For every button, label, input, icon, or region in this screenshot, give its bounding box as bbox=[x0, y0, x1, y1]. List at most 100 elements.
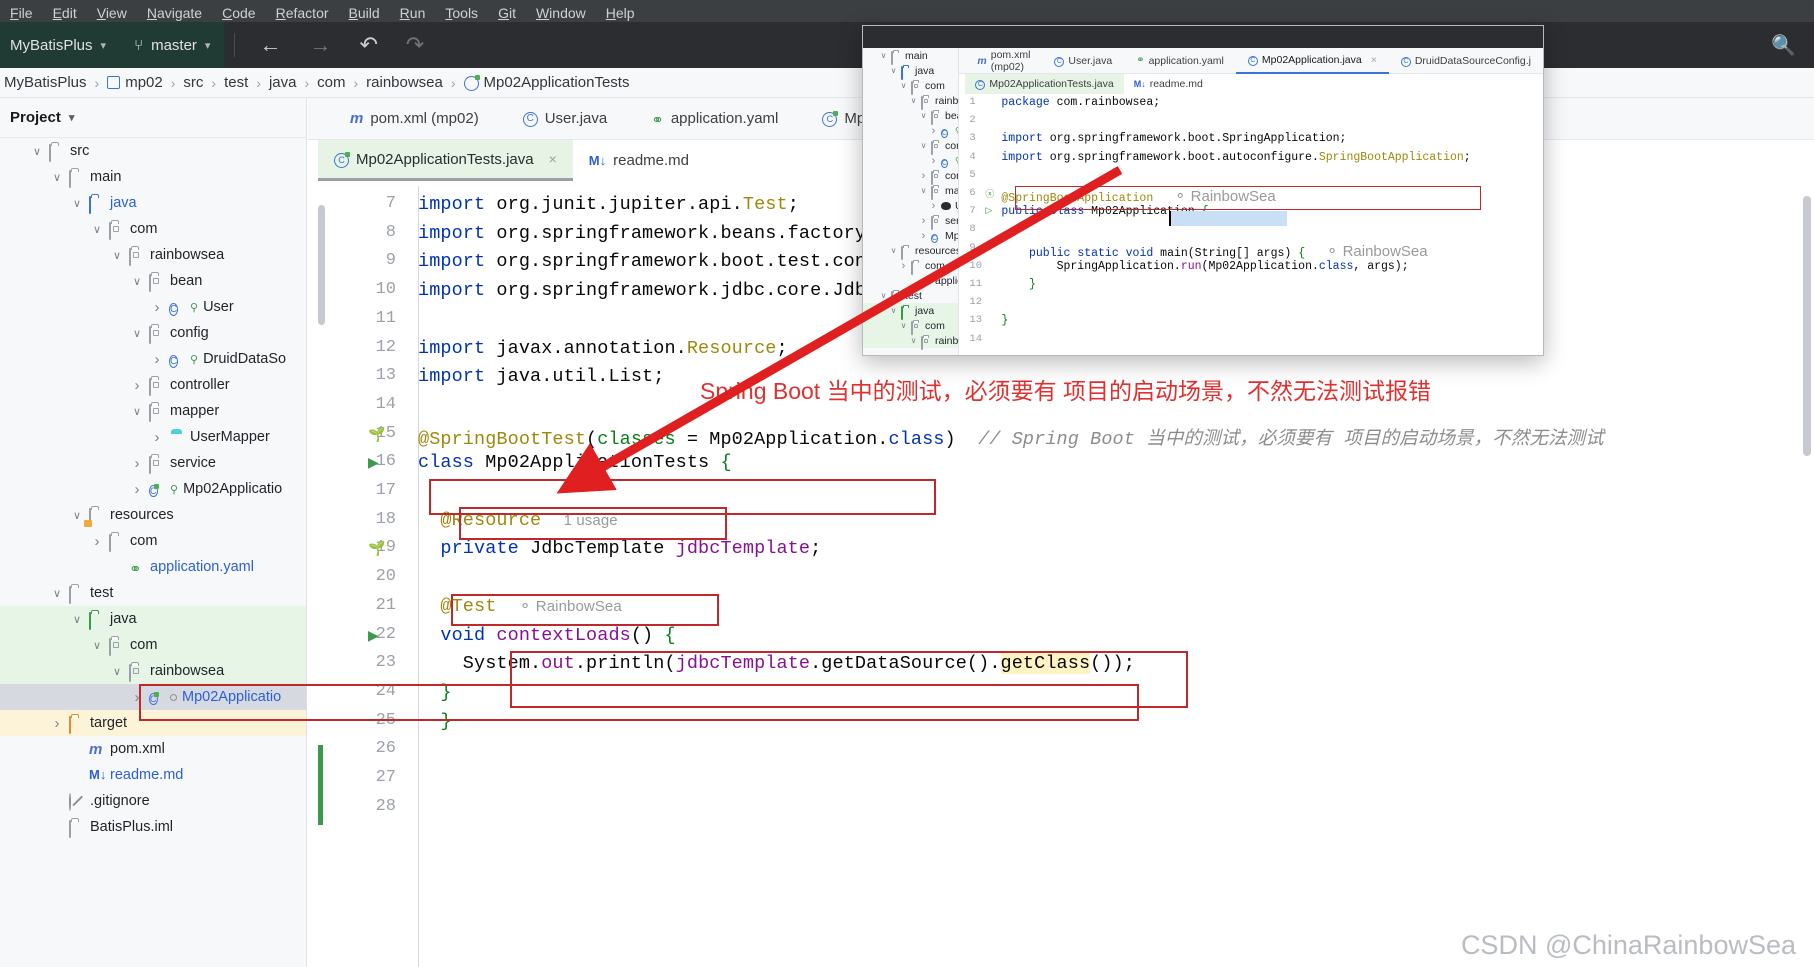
popup-tree-node-druiddataso[interactable]: C⚲DruidDataSo bbox=[863, 153, 958, 168]
tree-expand-arrow[interactable] bbox=[929, 155, 938, 167]
tree-expand-arrow[interactable] bbox=[929, 200, 938, 212]
menu-item-git[interactable]: Git bbox=[488, 4, 526, 22]
menu-item-file[interactable]: File bbox=[0, 4, 43, 22]
tree-expand-arrow[interactable] bbox=[90, 533, 104, 550]
tree-node-rainbowsea[interactable]: rainbowsea bbox=[0, 242, 306, 268]
code-line-21[interactable]: @Test ⚬ RainbowSea bbox=[418, 596, 622, 617]
tree-expand-arrow[interactable] bbox=[90, 223, 104, 236]
tree-node-mp02applicatio[interactable]: C Mp02Applicatio bbox=[0, 684, 306, 710]
close-icon[interactable]: × bbox=[1371, 54, 1377, 66]
breadcrumb-item-4[interactable]: java bbox=[265, 74, 301, 91]
editor-tab-1[interactable]: C User.java bbox=[501, 98, 630, 140]
code-line-19[interactable]: private JdbcTemplate jdbcTemplate; bbox=[418, 538, 821, 559]
popup-tab-4[interactable]: C DruidDataSourceConfig.j bbox=[1389, 48, 1543, 74]
popup-code-line-3[interactable]: import org.springframework.boot.SpringAp… bbox=[1001, 132, 1346, 145]
breadcrumb-item-1[interactable]: mp02 bbox=[103, 74, 167, 91]
popup-tree-node-com[interactable]: com bbox=[863, 78, 958, 95]
code-line-25[interactable]: } bbox=[418, 711, 452, 732]
project-tree[interactable]: srcmain java com rainbowsea bean C ⚲ User config… bbox=[0, 138, 306, 840]
tree-expand-arrow[interactable] bbox=[919, 141, 928, 150]
tree-expand-arrow[interactable] bbox=[110, 665, 124, 678]
editor-left-scroll-thumb[interactable] bbox=[318, 205, 325, 325]
tree-expand-arrow[interactable] bbox=[909, 336, 918, 345]
popup-tree-node-user[interactable]: C⚲User bbox=[863, 123, 958, 138]
tree-expand-arrow[interactable] bbox=[879, 291, 888, 300]
search-icon[interactable]: 🔍 bbox=[1771, 33, 1814, 58]
tree-expand-arrow[interactable] bbox=[130, 689, 144, 706]
tree-expand-arrow[interactable] bbox=[919, 230, 928, 242]
tree-expand-arrow[interactable] bbox=[70, 197, 84, 210]
tree-node-com[interactable]: com bbox=[0, 216, 306, 242]
popup-tree-node-mapper[interactable]: mapper bbox=[863, 183, 958, 200]
tree-expand-arrow[interactable] bbox=[919, 111, 928, 120]
chevron-down-icon[interactable]: ▾ bbox=[69, 111, 75, 124]
popup-tab-row-secondary[interactable]: C Mp02ApplicationTests.java M↓ readme.md bbox=[959, 74, 1543, 94]
tree-node-controller[interactable]: controller bbox=[0, 372, 306, 398]
popup-tab-3[interactable]: C Mp02Application.java × bbox=[1235, 48, 1389, 74]
tree-expand-arrow[interactable] bbox=[889, 306, 898, 315]
menu-item-run[interactable]: Run bbox=[390, 4, 436, 22]
code-line-7[interactable]: import org.junit.jupiter.api.Test; bbox=[418, 194, 799, 215]
menu-item-tools[interactable]: Tools bbox=[435, 4, 488, 22]
popup-code-line-13[interactable]: } bbox=[1001, 314, 1008, 327]
tree-expand-arrow[interactable] bbox=[130, 455, 144, 472]
code-line-10[interactable]: import org.springframework.jdbc.core.Jdb… bbox=[418, 280, 888, 301]
code-line-13[interactable]: import java.util.List; bbox=[418, 366, 664, 387]
tree-node-pom-xml[interactable]: m pom.xml bbox=[0, 736, 306, 762]
popup-tree-node-main[interactable]: main bbox=[863, 48, 958, 65]
tree-expand-arrow[interactable] bbox=[899, 260, 908, 272]
popup-code-line-4[interactable]: import org.springframework.boot.autoconf… bbox=[1001, 151, 1470, 164]
tree-node-main[interactable]: main bbox=[0, 164, 306, 190]
tree-node-druiddataso[interactable]: C ⚲ DruidDataSo bbox=[0, 346, 306, 372]
menu-item-window[interactable]: Window bbox=[526, 4, 596, 22]
vertical-scrollbar[interactable] bbox=[1800, 186, 1814, 967]
popup-tree-node-java[interactable]: java bbox=[863, 63, 958, 80]
gutter-run-icon-line-22[interactable]: ▶ bbox=[368, 627, 379, 644]
close-icon[interactable]: × bbox=[549, 151, 557, 167]
editor-tab-2[interactable]: ⚭ application.yaml bbox=[629, 98, 800, 140]
popup-tree-node-rainbowsea[interactable]: rainbowsea bbox=[863, 333, 959, 350]
tree-expand-arrow[interactable] bbox=[130, 405, 144, 418]
editor-tab-0[interactable]: m pom.xml (mp02) bbox=[328, 98, 501, 140]
code-line-22[interactable]: void contextLoads() { bbox=[418, 625, 676, 646]
tree-node-service[interactable]: service bbox=[0, 450, 306, 476]
tree-expand-arrow[interactable] bbox=[899, 81, 908, 90]
code-line-24[interactable]: } bbox=[418, 682, 452, 703]
tree-expand-arrow[interactable] bbox=[879, 51, 888, 60]
popup-tree-node-bean[interactable]: bean bbox=[863, 108, 958, 125]
popup-tree-node-com[interactable]: com bbox=[863, 318, 959, 335]
popup-tree-node-mp02applicat[interactable]: C Mp02Applicat bbox=[863, 228, 958, 243]
tree-node-user[interactable]: C ⚲ User bbox=[0, 294, 306, 320]
tree-expand-arrow[interactable] bbox=[899, 321, 908, 330]
tree-node-com[interactable]: com bbox=[0, 632, 306, 658]
tree-expand-arrow[interactable] bbox=[889, 66, 898, 75]
popup-gutter-run-icon-line-7[interactable]: ▷ bbox=[985, 205, 992, 216]
code-line-18[interactable]: @Resource 1 usage bbox=[418, 510, 618, 531]
tree-expand-arrow[interactable] bbox=[130, 327, 144, 340]
scrollbar-thumb[interactable] bbox=[1803, 196, 1811, 456]
gutter-run-icon-line-16[interactable]: ▶ bbox=[368, 454, 379, 471]
tree-node-config[interactable]: config bbox=[0, 320, 306, 346]
undo-icon[interactable]: ↶ bbox=[345, 34, 391, 56]
popup-tree-node-resources[interactable]: resources bbox=[863, 243, 958, 260]
menu-item-build[interactable]: Build bbox=[339, 4, 390, 22]
project-panel-header[interactable]: Project ▾ bbox=[0, 98, 306, 138]
tree-node-mapper[interactable]: mapper bbox=[0, 398, 306, 424]
popup-code-line-1[interactable]: package com.rainbowsea; bbox=[1001, 96, 1160, 109]
breadcrumb-item-3[interactable]: test bbox=[220, 74, 252, 91]
popup-gutter-run-icon-line-9[interactable]: ▷ bbox=[985, 242, 992, 253]
popup-subtab-1[interactable]: M↓ readme.md bbox=[1124, 74, 1213, 94]
popup-project-tree[interactable]: main java com rainbowsea beanC⚲UserconfigC⚲D… bbox=[863, 48, 960, 355]
menu-item-edit[interactable]: Edit bbox=[43, 4, 87, 22]
tree-expand-arrow[interactable] bbox=[909, 96, 918, 105]
popup-tab-row-primary[interactable]: m pom.xml (mp02) C User.java ⚭ application.ya… bbox=[959, 48, 1543, 74]
tree-expand-arrow[interactable] bbox=[130, 275, 144, 288]
tree-expand-arrow[interactable] bbox=[919, 186, 928, 195]
editor-subtab-0[interactable]: C Mp02ApplicationTests.java × bbox=[318, 140, 573, 181]
project-selector[interactable]: MyBatisPlus ▾ bbox=[0, 22, 121, 68]
git-branch-selector[interactable]: ⑂ master ▾ bbox=[120, 22, 225, 68]
popup-tree-node-config[interactable]: config bbox=[863, 138, 958, 155]
tree-expand-arrow[interactable] bbox=[90, 639, 104, 652]
gutter-run-icon-line-19[interactable]: 🌱 bbox=[368, 540, 385, 557]
tree-node-readme-md[interactable]: M↓ readme.md bbox=[0, 762, 306, 788]
